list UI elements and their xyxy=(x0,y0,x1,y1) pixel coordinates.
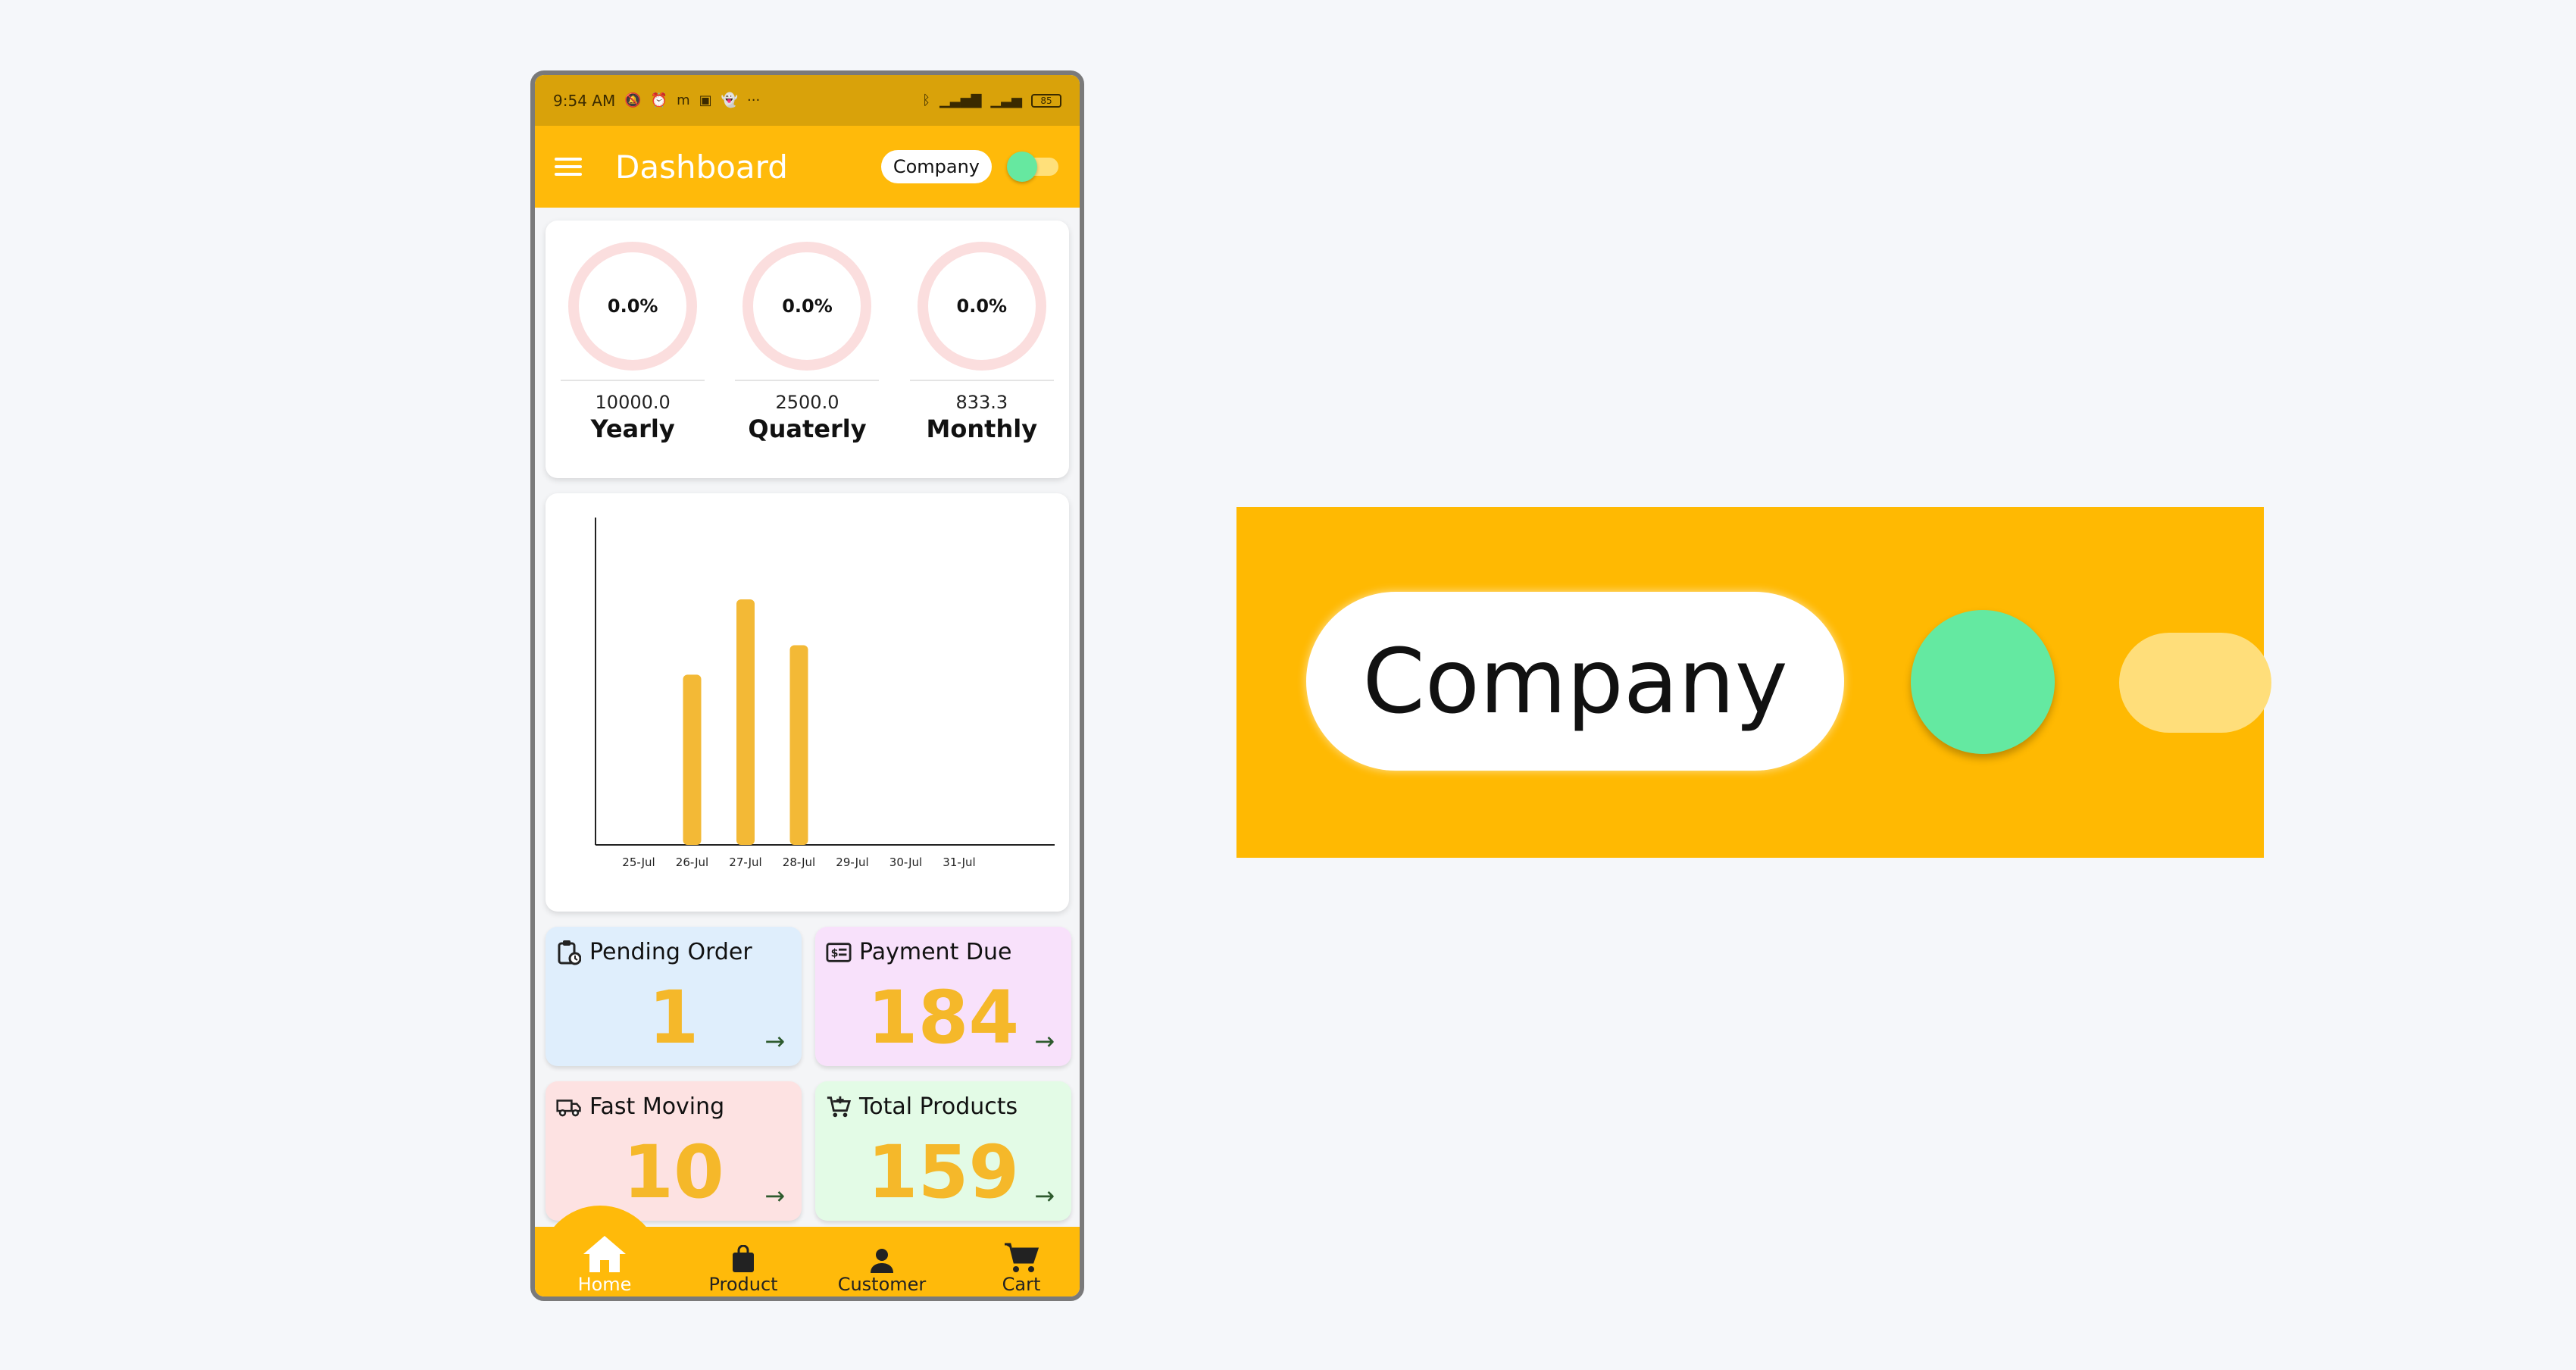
page-title: Dashboard xyxy=(615,148,788,186)
x-tick-label: 31-Jul xyxy=(943,855,975,869)
stats-card: 0.0% 10000.0 Yearly 0.0% 2500.0 Quaterly… xyxy=(546,221,1069,478)
truck-icon xyxy=(556,1094,582,1120)
x-tick-label: 25-Jul xyxy=(622,855,655,869)
phone-screen: 9:54 AM 🔕 ⏰ m ▣ 👻 ··· ᛒ ▁▃▅▇ ▁▃▅ 85 Dash… xyxy=(530,70,1084,1301)
svg-text:$: $ xyxy=(831,947,839,959)
signal-icon-2: ▁▃▅ xyxy=(990,92,1022,108)
toggle-knob xyxy=(1007,152,1037,182)
nav-label: Customer xyxy=(837,1274,927,1295)
cash-icon: $ xyxy=(826,940,852,965)
nav-customer[interactable]: Customer xyxy=(821,1240,943,1295)
company-label: Company xyxy=(880,150,992,183)
cart-plus-icon xyxy=(826,1094,852,1120)
arrow-right-icon[interactable]: → xyxy=(1034,1027,1055,1056)
signal-icon: ▁▃▅▇ xyxy=(939,92,982,108)
stat-label: Yearly xyxy=(590,414,675,443)
nav-product[interactable]: Product xyxy=(683,1240,804,1295)
person-icon xyxy=(870,1240,894,1274)
more-dots-icon: ··· xyxy=(747,92,761,108)
chart-bar xyxy=(683,674,702,845)
x-tick-label: 30-Jul xyxy=(889,855,922,869)
progress-ring: 0.0% xyxy=(568,242,698,371)
tile-value: 184 xyxy=(867,975,1020,1060)
status-time: 9:54 AM xyxy=(553,91,616,110)
tile-value: 159 xyxy=(867,1130,1020,1215)
progress-ring: 0.0% xyxy=(917,242,1046,371)
m-icon: m xyxy=(677,92,690,108)
chart-bar xyxy=(789,645,808,845)
bar-chart: 25-Jul 26-Jul 27-Jul 28-Jul 29-Jul 30-Jul 31-J… xyxy=(595,518,1055,869)
cart-icon xyxy=(1003,1240,1039,1274)
x-tick-label: 28-Jul xyxy=(783,855,815,869)
toggle-knob-zoomed[interactable] xyxy=(1911,610,2055,754)
bottom-nav: Home Product Customer Cart xyxy=(535,1206,1080,1296)
battery-icon: 85 xyxy=(1031,93,1061,108)
tile-label: Total Products xyxy=(859,1093,1018,1120)
status-bar: 9:54 AM 🔕 ⏰ m ▣ 👻 ··· ᛒ ▁▃▅▇ ▁▃▅ 85 xyxy=(535,75,1080,126)
mute-icon: 🔕 xyxy=(624,92,642,108)
tile-label: Payment Due xyxy=(859,939,1012,965)
toggle-track-zoomed xyxy=(2119,633,2271,733)
chart-card: 25-Jul 26-Jul 27-Jul 28-Jul 29-Jul 30-Jul 31-J… xyxy=(546,493,1069,912)
nav-label: Product xyxy=(708,1274,778,1295)
arrow-right-icon[interactable]: → xyxy=(1034,1181,1055,1210)
x-tick-label: 27-Jul xyxy=(729,855,761,869)
app-icon: ▣ xyxy=(699,92,712,108)
tile-pending-order[interactable]: Pending Order 1 → xyxy=(546,927,802,1066)
snapchat-icon: 👻 xyxy=(721,92,739,108)
nav-home[interactable]: Home xyxy=(544,1236,665,1295)
stat-value: 2500.0 xyxy=(775,392,839,413)
stat-value: 10000.0 xyxy=(595,392,671,413)
bluetooth-icon: ᛒ xyxy=(922,92,931,108)
divider xyxy=(561,380,705,381)
stat-label: Quaterly xyxy=(748,414,867,443)
nav-label: Cart xyxy=(1002,1274,1041,1295)
tile-label: Fast Moving xyxy=(589,1093,725,1120)
progress-ring: 0.0% xyxy=(742,242,872,371)
stat-label: Monthly xyxy=(926,414,1038,443)
divider xyxy=(735,380,880,381)
company-toggle[interactable] xyxy=(1007,152,1060,182)
tile-total-products[interactable]: Total Products 159 → xyxy=(815,1081,1071,1221)
alarm-icon: ⏰ xyxy=(650,92,668,108)
chart-bar xyxy=(736,599,755,845)
stat-quarterly: 0.0% 2500.0 Quaterly xyxy=(731,242,883,478)
menu-icon[interactable] xyxy=(555,158,582,176)
stat-yearly: 0.0% 10000.0 Yearly xyxy=(557,242,708,478)
home-icon xyxy=(582,1236,627,1274)
tile-fast-moving[interactable]: Fast Moving 10 → xyxy=(546,1081,802,1221)
tile-value: 1 xyxy=(648,975,699,1060)
x-tick-label: 29-Jul xyxy=(836,855,868,869)
bag-icon xyxy=(731,1240,755,1274)
tile-payment-due[interactable]: $ Payment Due 184 → xyxy=(815,927,1071,1066)
app-bar: Dashboard Company xyxy=(535,126,1080,208)
zoomed-toggle-panel: Company xyxy=(1236,507,2271,858)
tile-value: 10 xyxy=(623,1130,724,1215)
divider xyxy=(909,380,1054,381)
arrow-right-icon[interactable]: → xyxy=(764,1181,785,1210)
clipboard-clock-icon xyxy=(556,940,582,965)
company-label-zoomed: Company xyxy=(1306,592,1844,771)
nav-cart[interactable]: Cart xyxy=(961,1240,1080,1295)
nav-label: Home xyxy=(577,1274,632,1295)
stat-monthly: 0.0% 833.3 Monthly xyxy=(906,242,1058,478)
stat-value: 833.3 xyxy=(955,392,1008,413)
tile-label: Pending Order xyxy=(589,939,752,965)
x-tick-label: 26-Jul xyxy=(676,855,708,869)
arrow-right-icon[interactable]: → xyxy=(764,1027,785,1056)
